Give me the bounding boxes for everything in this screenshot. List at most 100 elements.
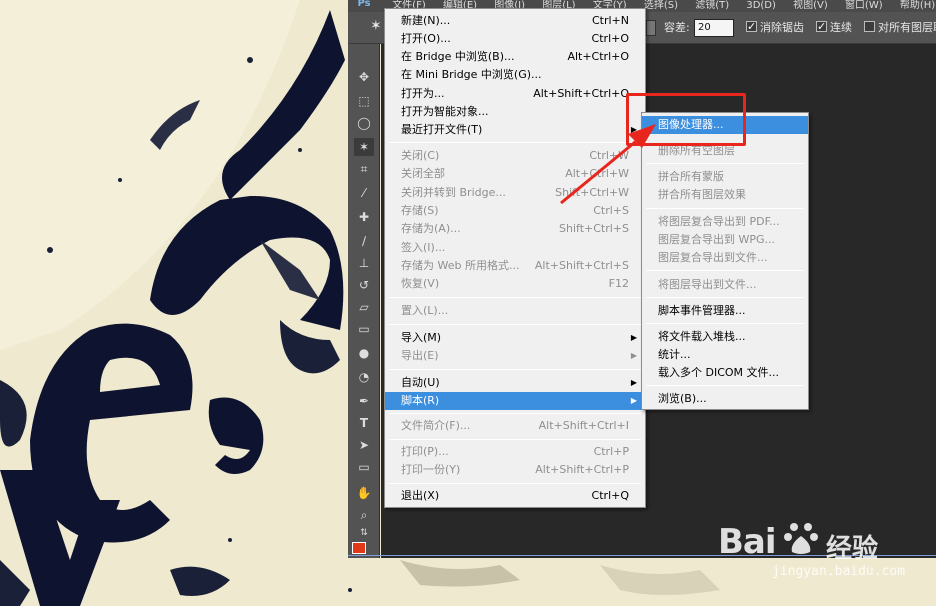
lasso-tool-icon[interactable]: ◯ <box>354 114 374 132</box>
watermark-logo: Bai <box>718 522 777 562</box>
tolerance-input[interactable]: 20 <box>694 19 734 37</box>
check-icon <box>746 19 757 35</box>
contiguous-label: 连续 <box>830 21 852 34</box>
menu-item-export[interactable]: 导出(E) ▶ <box>385 347 645 365</box>
submenu-item-load-dicom[interactable]: 载入多个 DICOM 文件... <box>642 364 808 382</box>
menu-separator <box>646 323 804 324</box>
menu-separator <box>646 208 804 209</box>
submenu-item-statistics[interactable]: 统计... <box>642 346 808 364</box>
menu-separator <box>389 369 641 370</box>
scripts-submenu: 图像处理器... 删除所有空图层 拼合所有蒙版 拼合所有图层效果 将图层复合导出… <box>641 112 809 410</box>
submenu-arrow-icon: ▶ <box>630 333 637 342</box>
watermark-url: jingyan.baidu.com <box>772 564 906 579</box>
history-brush-tool-icon[interactable]: ↺ <box>354 276 374 294</box>
menu-3d[interactable]: 3D(D) <box>739 1 783 11</box>
menu-item-save-as[interactable]: 存储为(A)... Shift+Ctrl+S <box>385 220 645 238</box>
menu-item-place[interactable]: 置入(L)... <box>385 302 645 320</box>
menu-item-browse-mini-bridge[interactable]: 在 Mini Bridge 中浏览(G)... <box>385 66 645 84</box>
menu-item-print[interactable]: 打印(P)... Ctrl+P <box>385 443 645 461</box>
zoom-tool-icon[interactable]: ⌕ <box>354 506 374 524</box>
submenu-item-comps-to-pdf[interactable]: 将图层复合导出到 PDF... <box>642 213 808 231</box>
healing-tool-icon[interactable]: ✚ <box>354 208 374 226</box>
anti-alias-checkbox[interactable]: 消除锯齿 <box>746 19 804 36</box>
eraser-tool-icon[interactable]: ▱ <box>354 298 374 316</box>
menu-separator <box>389 483 641 484</box>
stamp-tool-icon[interactable]: ⊥ <box>354 254 374 272</box>
photoshop-logo: Ps <box>348 0 380 12</box>
menu-item-open-smart-object[interactable]: 打开为智能对象... <box>385 103 645 121</box>
annotation-highlight-box <box>626 93 746 146</box>
submenu-arrow-icon: ▶ <box>630 396 637 405</box>
menu-item-revert[interactable]: 恢复(V) F12 <box>385 275 645 293</box>
menu-separator <box>389 413 641 414</box>
submenu-item-comps-to-wpg[interactable]: 图层复合导出到 WPG... <box>642 231 808 249</box>
menu-item-exit[interactable]: 退出(X) Ctrl+Q <box>385 487 645 505</box>
marquee-tool-icon[interactable]: ⬚ <box>354 92 374 110</box>
menu-help[interactable]: 帮助(H) <box>893 1 936 11</box>
shape-tool-icon[interactable]: ▭ <box>354 458 374 476</box>
submenu-item-flatten-layer-effects[interactable]: 拼合所有图层效果 <box>642 186 808 204</box>
submenu-item-script-events-manager[interactable]: 脚本事件管理器... <box>642 302 808 320</box>
menu-item-file-info[interactable]: 文件简介(F)... Alt+Shift+Ctrl+I <box>385 417 645 435</box>
tools-panel: ✥ ⬚ ◯ ✶ ⌗ ⁄ ✚ ∕ ⊥ ↺ ▱ ▭ ● ◔ ✒ T ➤ ▭ ✋ ⌕ … <box>348 44 380 558</box>
menu-item-close[interactable]: 关闭(C) Ctrl+W <box>385 147 645 165</box>
menu-item-open-as[interactable]: 打开为... Alt+Shift+Ctrl+O <box>385 85 645 103</box>
menu-separator <box>646 297 804 298</box>
menu-view[interactable]: 视图(V) <box>786 1 835 11</box>
menu-window[interactable]: 窗口(W) <box>838 1 890 11</box>
foreground-color-swatch[interactable] <box>352 542 366 554</box>
contiguous-checkbox[interactable]: 连续 <box>816 19 852 36</box>
pen-tool-icon[interactable]: ✒ <box>354 392 374 410</box>
submenu-item-comps-to-files[interactable]: 图层复合导出到文件... <box>642 249 808 267</box>
all-layers-checkbox[interactable]: 对所有图层取 <box>864 20 936 36</box>
menu-separator <box>389 297 641 298</box>
path-select-tool-icon[interactable]: ➤ <box>354 436 374 454</box>
watermark-cn: 经验 <box>826 534 879 564</box>
menu-item-automate[interactable]: 自动(U) ▶ <box>385 374 645 392</box>
baidu-watermark: Bai 经验 jingyan.baidu.com <box>718 504 928 584</box>
menu-item-save[interactable]: 存储(S) Ctrl+S <box>385 202 645 220</box>
submenu-item-layers-to-files[interactable]: 将图层导出到文件... <box>642 276 808 294</box>
crop-tool-icon[interactable]: ⌗ <box>354 160 374 178</box>
menu-item-recent-files[interactable]: 最近打开文件(T) ▶ <box>385 121 645 139</box>
blur-tool-icon[interactable]: ● <box>354 344 374 362</box>
menu-separator <box>646 385 804 386</box>
menu-separator <box>646 270 804 271</box>
menu-item-save-for-web[interactable]: 存储为 Web 所用格式... Alt+Shift+Ctrl+S <box>385 257 645 275</box>
dodge-tool-icon[interactable]: ◔ <box>354 368 374 386</box>
menu-item-browse-bridge[interactable]: 在 Bridge 中浏览(B)... Alt+Ctrl+O <box>385 48 645 66</box>
tolerance-label: 容差: <box>664 21 690 34</box>
menu-item-print-one-copy[interactable]: 打印一份(Y) Alt+Shift+Ctrl+P <box>385 461 645 479</box>
menu-item-scripts[interactable]: 脚本(R) ▶ <box>385 392 645 410</box>
menu-separator <box>389 324 641 325</box>
menu-item-close-go-bridge[interactable]: 关闭并转到 Bridge... Shift+Ctrl+W <box>385 184 645 202</box>
submenu-item-load-files-into-stack[interactable]: 将文件载入堆栈... <box>642 328 808 346</box>
menu-item-new[interactable]: 新建(N)... Ctrl+N <box>385 12 645 30</box>
menu-separator <box>389 439 641 440</box>
paw-icon <box>784 523 818 554</box>
menu-item-import[interactable]: 导入(M) ▶ <box>385 329 645 347</box>
eyedropper-tool-icon[interactable]: ⁄ <box>354 184 374 202</box>
magic-wand-tool-icon[interactable]: ✶ <box>354 138 374 156</box>
submenu-item-browse[interactable]: 浏览(B)... <box>642 390 808 408</box>
menu-item-close-all[interactable]: 关闭全部 Alt+Ctrl+W <box>385 165 645 183</box>
magic-wand-icon[interactable]: ✶ <box>370 18 382 34</box>
sample-size-spinner[interactable] <box>646 20 656 36</box>
all-layers-label: 对所有图层取 <box>878 21 936 34</box>
gradient-tool-icon[interactable]: ▭ <box>354 320 374 338</box>
brush-tool-icon[interactable]: ∕ <box>354 232 374 250</box>
submenu-item-flatten-masks[interactable]: 拼合所有蒙版 <box>642 168 808 186</box>
menu-separator <box>646 163 804 164</box>
swap-colors-icon[interactable]: ⇅ <box>354 524 374 542</box>
file-menu-dropdown: 新建(N)... Ctrl+N 打开(O)... Ctrl+O 在 Bridge 中… <box>384 8 646 508</box>
anti-alias-label: 消除锯齿 <box>760 21 804 34</box>
menu-separator <box>389 142 641 143</box>
hand-tool-icon[interactable]: ✋ <box>354 484 374 502</box>
menu-item-check-in[interactable]: 签入(I)... <box>385 239 645 257</box>
submenu-arrow-icon: ▶ <box>630 351 637 360</box>
menu-filter[interactable]: 滤镜(T) <box>688 1 736 11</box>
menu-item-open[interactable]: 打开(O)... Ctrl+O <box>385 30 645 48</box>
check-icon <box>816 19 827 35</box>
move-tool-icon[interactable]: ✥ <box>354 68 374 86</box>
type-tool-icon[interactable]: T <box>354 414 374 432</box>
